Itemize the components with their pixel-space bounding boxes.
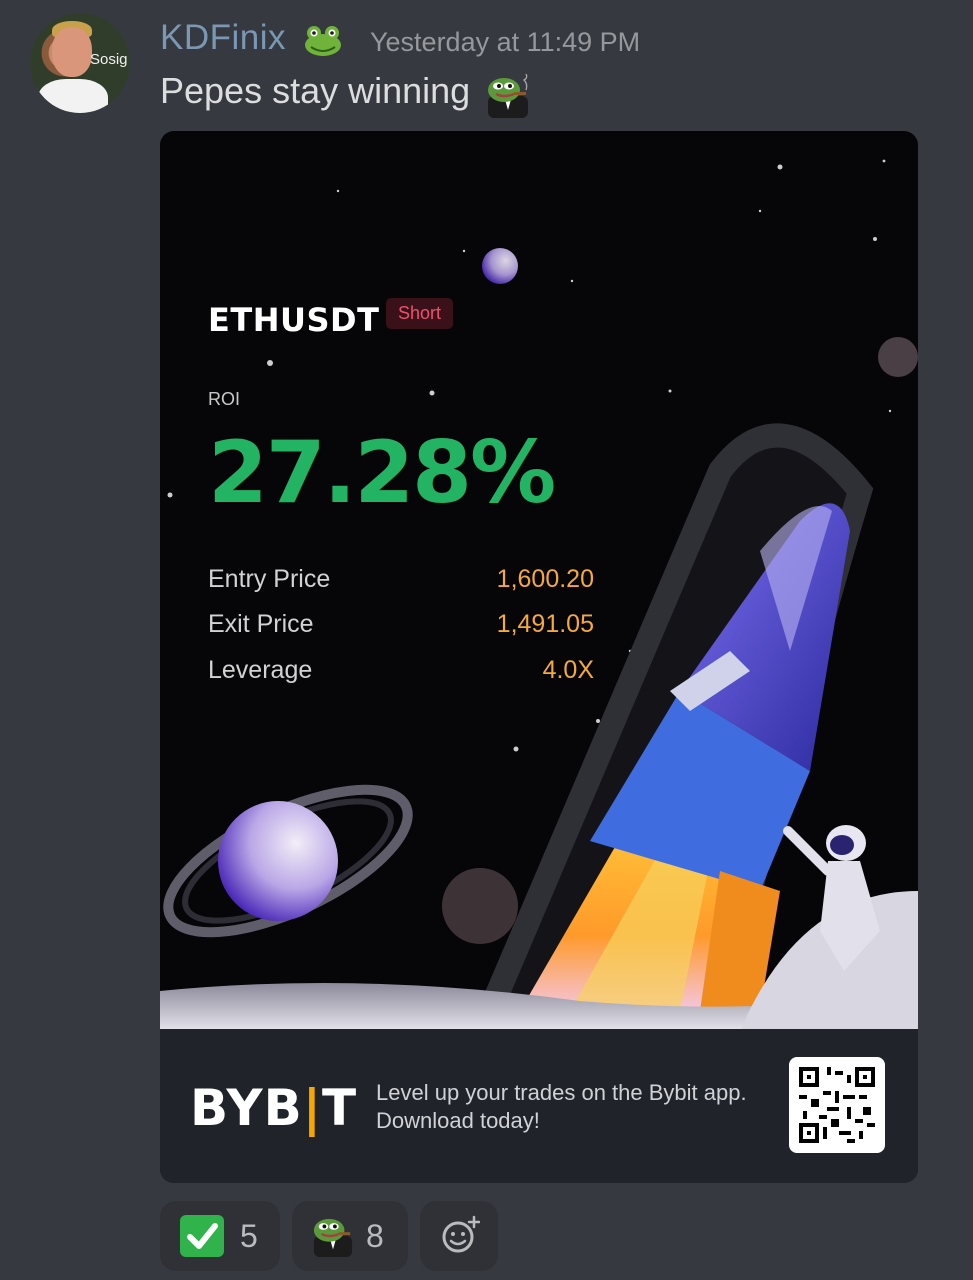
- add-reaction-icon: [442, 1215, 480, 1253]
- bybit-logo-left: BYB: [190, 1079, 303, 1137]
- roi-label: ROI: [208, 389, 241, 409]
- leverage-value: 4.0X: [542, 656, 594, 684]
- reaction-count: 8: [366, 1218, 384, 1254]
- promo-line-2: Download today!: [376, 1108, 540, 1133]
- qr-code[interactable]: [789, 1057, 885, 1153]
- reaction-check[interactable]: 5: [160, 1201, 280, 1271]
- leverage-label: Leverage: [208, 656, 313, 684]
- bybit-logo: BYB|T: [190, 1079, 357, 1137]
- roi-value: 27.28%: [208, 423, 556, 523]
- promo-line-1: Level up your trades on the Bybit app.: [376, 1080, 747, 1105]
- pepe-tuxedo-icon: [488, 74, 528, 118]
- add-reaction-button[interactable]: [420, 1201, 498, 1271]
- avatar[interactable]: Sosig: [30, 13, 130, 113]
- reaction-count: 5: [240, 1218, 258, 1254]
- entry-price-value: 1,600.20: [496, 565, 594, 593]
- card-footer: BYB|T Level up your trades on the Bybit …: [160, 1029, 918, 1183]
- username[interactable]: KDFinix: [160, 18, 286, 58]
- avatar-label: Sosig: [90, 51, 128, 68]
- avatar-coat: [38, 79, 108, 113]
- bybit-logo-bar: |: [302, 1079, 322, 1137]
- frog-icon: [305, 26, 341, 56]
- trade-share-card[interactable]: ETHUSDT Short ROI 27.28% Entry Price 1,6…: [160, 131, 918, 1183]
- exit-price-value: 1,491.05: [496, 610, 594, 638]
- position-side-badge: Short: [386, 298, 454, 329]
- avatar-face: [52, 27, 92, 77]
- pepe-tuxedo-icon: [313, 1218, 353, 1257]
- entry-price-label: Entry Price: [208, 565, 331, 593]
- promo-text: Level up your trades on the Bybit app. D…: [376, 1079, 747, 1135]
- message-text: Pepes stay winning: [160, 70, 471, 111]
- message-timestamp: Yesterday at 11:49 PM: [370, 27, 641, 57]
- check-mark-icon: [180, 1215, 224, 1257]
- qr-code-pattern: [799, 1067, 875, 1143]
- exit-price-label: Exit Price: [208, 610, 314, 638]
- bybit-logo-right: T: [321, 1079, 358, 1137]
- reaction-pepe[interactable]: 8: [292, 1201, 408, 1271]
- trading-pair: ETHUSDT: [208, 301, 380, 339]
